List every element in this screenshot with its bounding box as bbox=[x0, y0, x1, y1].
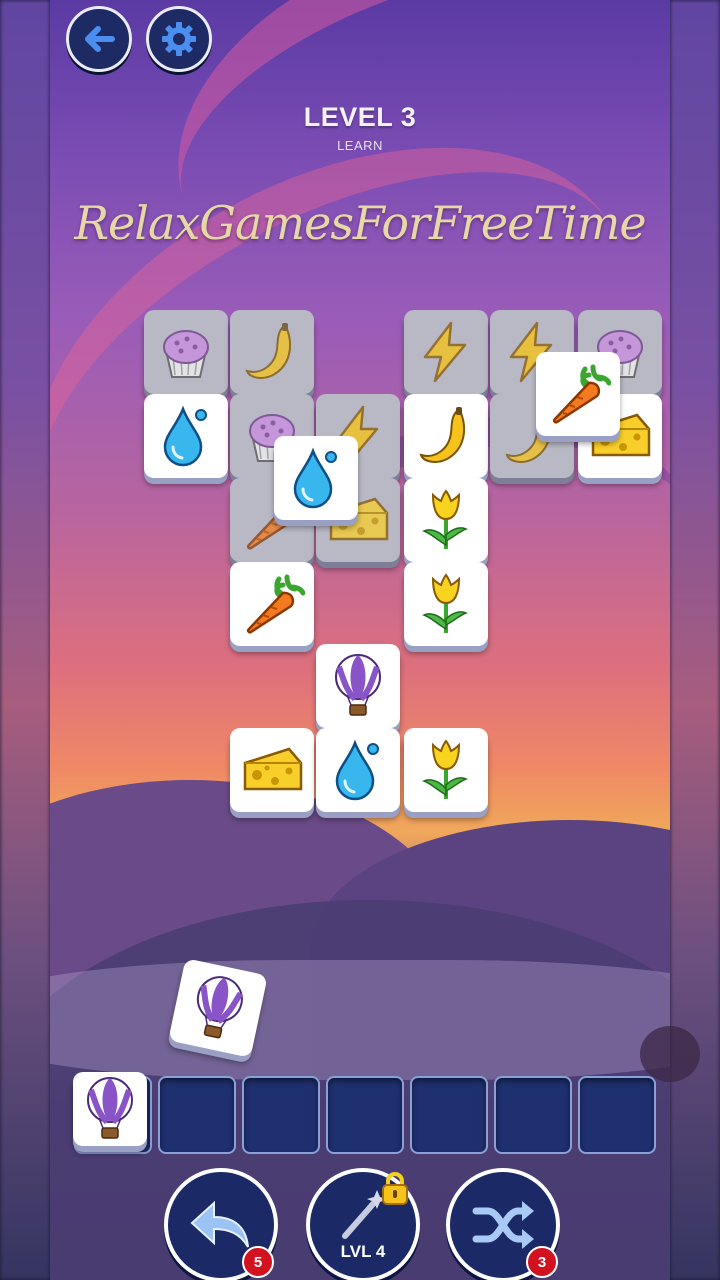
water-drop-icon bbox=[283, 445, 349, 511]
banana-icon bbox=[239, 319, 305, 385]
hot-air-balloon-icon bbox=[77, 1076, 143, 1142]
tray-slot bbox=[578, 1076, 656, 1154]
watermark-text: RelaxGamesForFreeTime bbox=[74, 196, 646, 250]
level-title: LEVEL 3 bbox=[303, 102, 417, 132]
carrot-icon bbox=[239, 571, 305, 637]
board-tile[interactable] bbox=[316, 644, 400, 728]
hot-air-balloon-icon bbox=[325, 653, 391, 719]
edge-handle[interactable] bbox=[640, 1026, 700, 1082]
level-subtitle: LEARN bbox=[337, 138, 383, 153]
tulip-icon bbox=[413, 737, 479, 803]
board-tile[interactable] bbox=[404, 478, 488, 562]
gear-icon bbox=[162, 22, 196, 56]
board-tile[interactable] bbox=[316, 728, 400, 812]
shuffle-count-badge: 3 bbox=[526, 1246, 558, 1278]
carrot-icon bbox=[545, 361, 611, 427]
tray-slot bbox=[410, 1076, 488, 1154]
board-tile[interactable] bbox=[404, 394, 488, 478]
water-drop-icon bbox=[153, 403, 219, 469]
undo-count-badge: 5 bbox=[242, 1246, 274, 1278]
shuffle-button[interactable]: 3 bbox=[446, 1168, 560, 1280]
magic-unlock-level: LVL 4 bbox=[340, 1242, 386, 1261]
tulip-icon bbox=[413, 571, 479, 637]
lightning-icon bbox=[413, 319, 479, 385]
board-tile[interactable] bbox=[404, 728, 488, 812]
board-tile[interactable] bbox=[274, 436, 358, 520]
tray-slot bbox=[242, 1076, 320, 1154]
tray-tile[interactable] bbox=[73, 1072, 147, 1146]
magic-button[interactable]: LVL 4 bbox=[306, 1168, 420, 1280]
board-tile[interactable] bbox=[536, 352, 620, 436]
banana-icon bbox=[413, 403, 479, 469]
board-tile bbox=[230, 310, 314, 394]
moving-tile[interactable] bbox=[168, 958, 268, 1058]
arrow-left-icon bbox=[85, 26, 115, 52]
board-tile bbox=[404, 310, 488, 394]
cupcake-icon bbox=[153, 319, 219, 385]
tulip-icon bbox=[413, 487, 479, 553]
board-tile[interactable] bbox=[144, 394, 228, 478]
tray-slot bbox=[73, 1072, 152, 1154]
blurred-left-edge bbox=[0, 0, 50, 1280]
settings-button[interactable] bbox=[146, 6, 212, 72]
cheese-icon bbox=[239, 737, 305, 803]
board-tile bbox=[144, 310, 228, 394]
tray-slot bbox=[158, 1076, 236, 1154]
shuffle-icon bbox=[472, 1201, 534, 1249]
padlock-icon bbox=[382, 1172, 408, 1205]
blurred-right-edge bbox=[670, 0, 720, 1280]
undo-arrow-icon bbox=[190, 1200, 249, 1248]
board-tile[interactable] bbox=[230, 562, 314, 646]
board-tile[interactable] bbox=[404, 562, 488, 646]
tile-tray bbox=[70, 1070, 656, 1154]
game-screen: LEVEL 3 LEARN RelaxGamesForFreeTime 5 LV… bbox=[0, 0, 720, 1280]
tray-slot bbox=[494, 1076, 572, 1154]
back-button[interactable] bbox=[66, 6, 132, 72]
fog bbox=[50, 960, 670, 1080]
board-tile[interactable] bbox=[230, 728, 314, 812]
tray-slot bbox=[326, 1076, 404, 1154]
hot-air-balloon-icon bbox=[179, 969, 257, 1047]
water-drop-icon bbox=[325, 737, 391, 803]
undo-button[interactable]: 5 bbox=[164, 1168, 278, 1280]
